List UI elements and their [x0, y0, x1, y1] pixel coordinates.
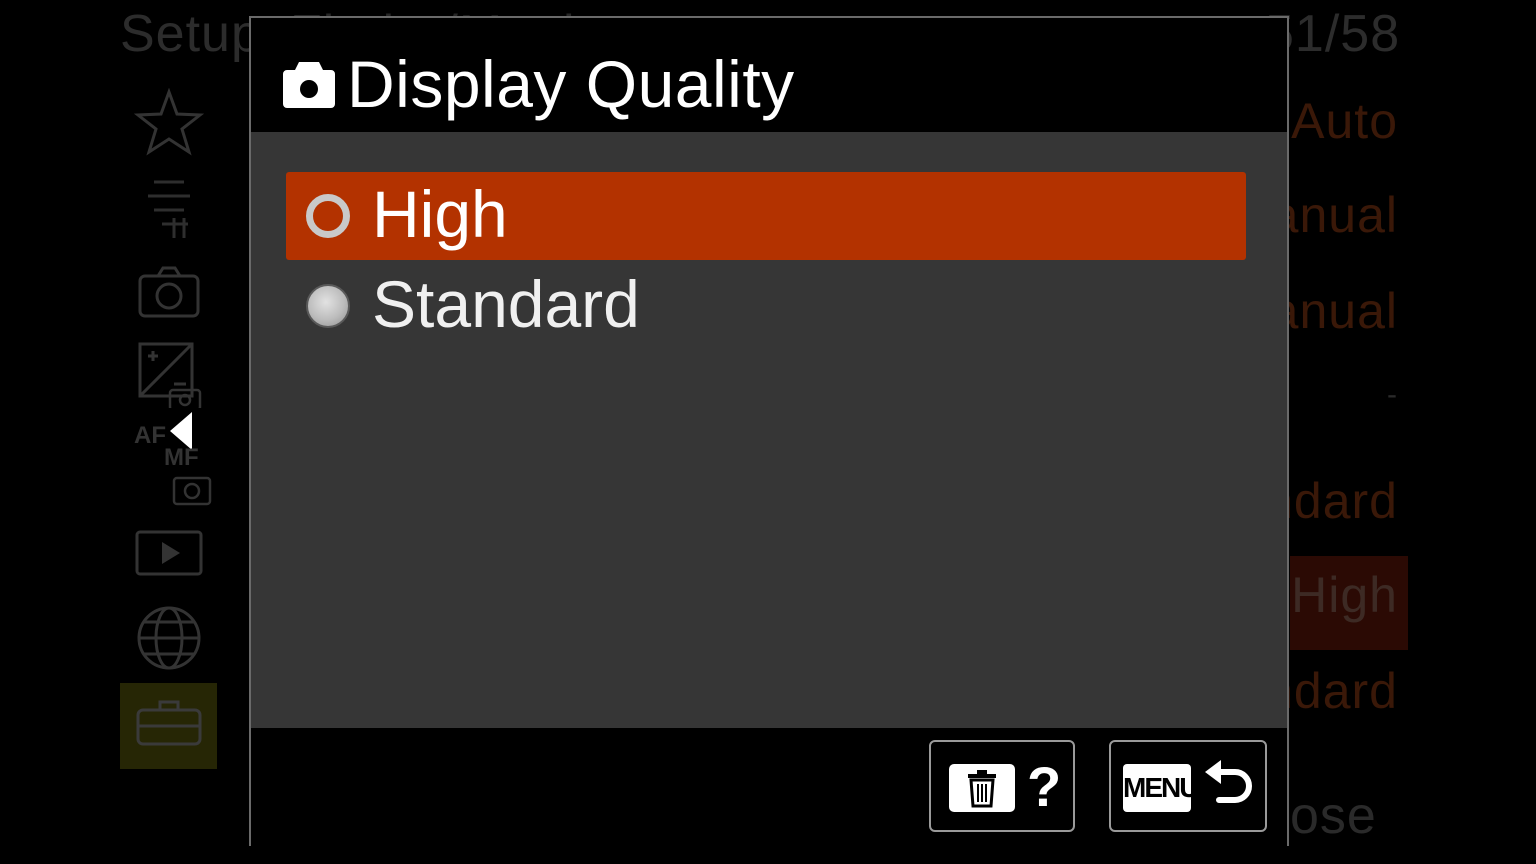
back-button[interactable]: MENU: [1109, 740, 1267, 832]
camera-icon: [281, 56, 337, 112]
dialog-footer: ? MENU: [251, 728, 1287, 846]
background-value: Auto: [1291, 93, 1398, 149]
exposure-icon: [134, 338, 204, 412]
toolbox-icon: [134, 690, 204, 760]
options-list: High Standard: [251, 132, 1287, 728]
background-close-label: ose: [1290, 787, 1377, 845]
background-value: High: [1291, 567, 1398, 623]
playback-icon: [134, 520, 204, 590]
globe-icon: [134, 602, 204, 672]
dialog-title: Display Quality: [347, 47, 795, 121]
help-button[interactable]: ?: [929, 740, 1075, 832]
option-label: High: [372, 177, 508, 251]
radio-unselected-icon: [306, 284, 350, 328]
radio-selected-icon: [306, 194, 350, 238]
star-icon: [133, 87, 205, 158]
background-menu-title: Setup: [120, 5, 261, 63]
trash-icon: [949, 764, 1015, 812]
display-quality-dialog: Display Quality High Standard ? MENU: [249, 16, 1289, 846]
network-icon: [134, 172, 204, 242]
option-standard[interactable]: Standard: [286, 262, 1246, 350]
background-value: -: [1387, 378, 1398, 411]
return-icon: [1203, 756, 1257, 816]
option-label: Standard: [372, 267, 640, 341]
camera-icon: [134, 258, 204, 328]
option-high[interactable]: High: [286, 172, 1246, 260]
menu-key-label: MENU: [1123, 764, 1199, 812]
help-icon: ?: [1027, 755, 1062, 818]
dialog-header: Display Quality: [251, 18, 1287, 132]
camera-small-icon: [168, 468, 216, 508]
af-label: AF: [134, 422, 166, 449]
background-value: anual: [1270, 283, 1398, 339]
background-value: anual: [1270, 187, 1398, 243]
